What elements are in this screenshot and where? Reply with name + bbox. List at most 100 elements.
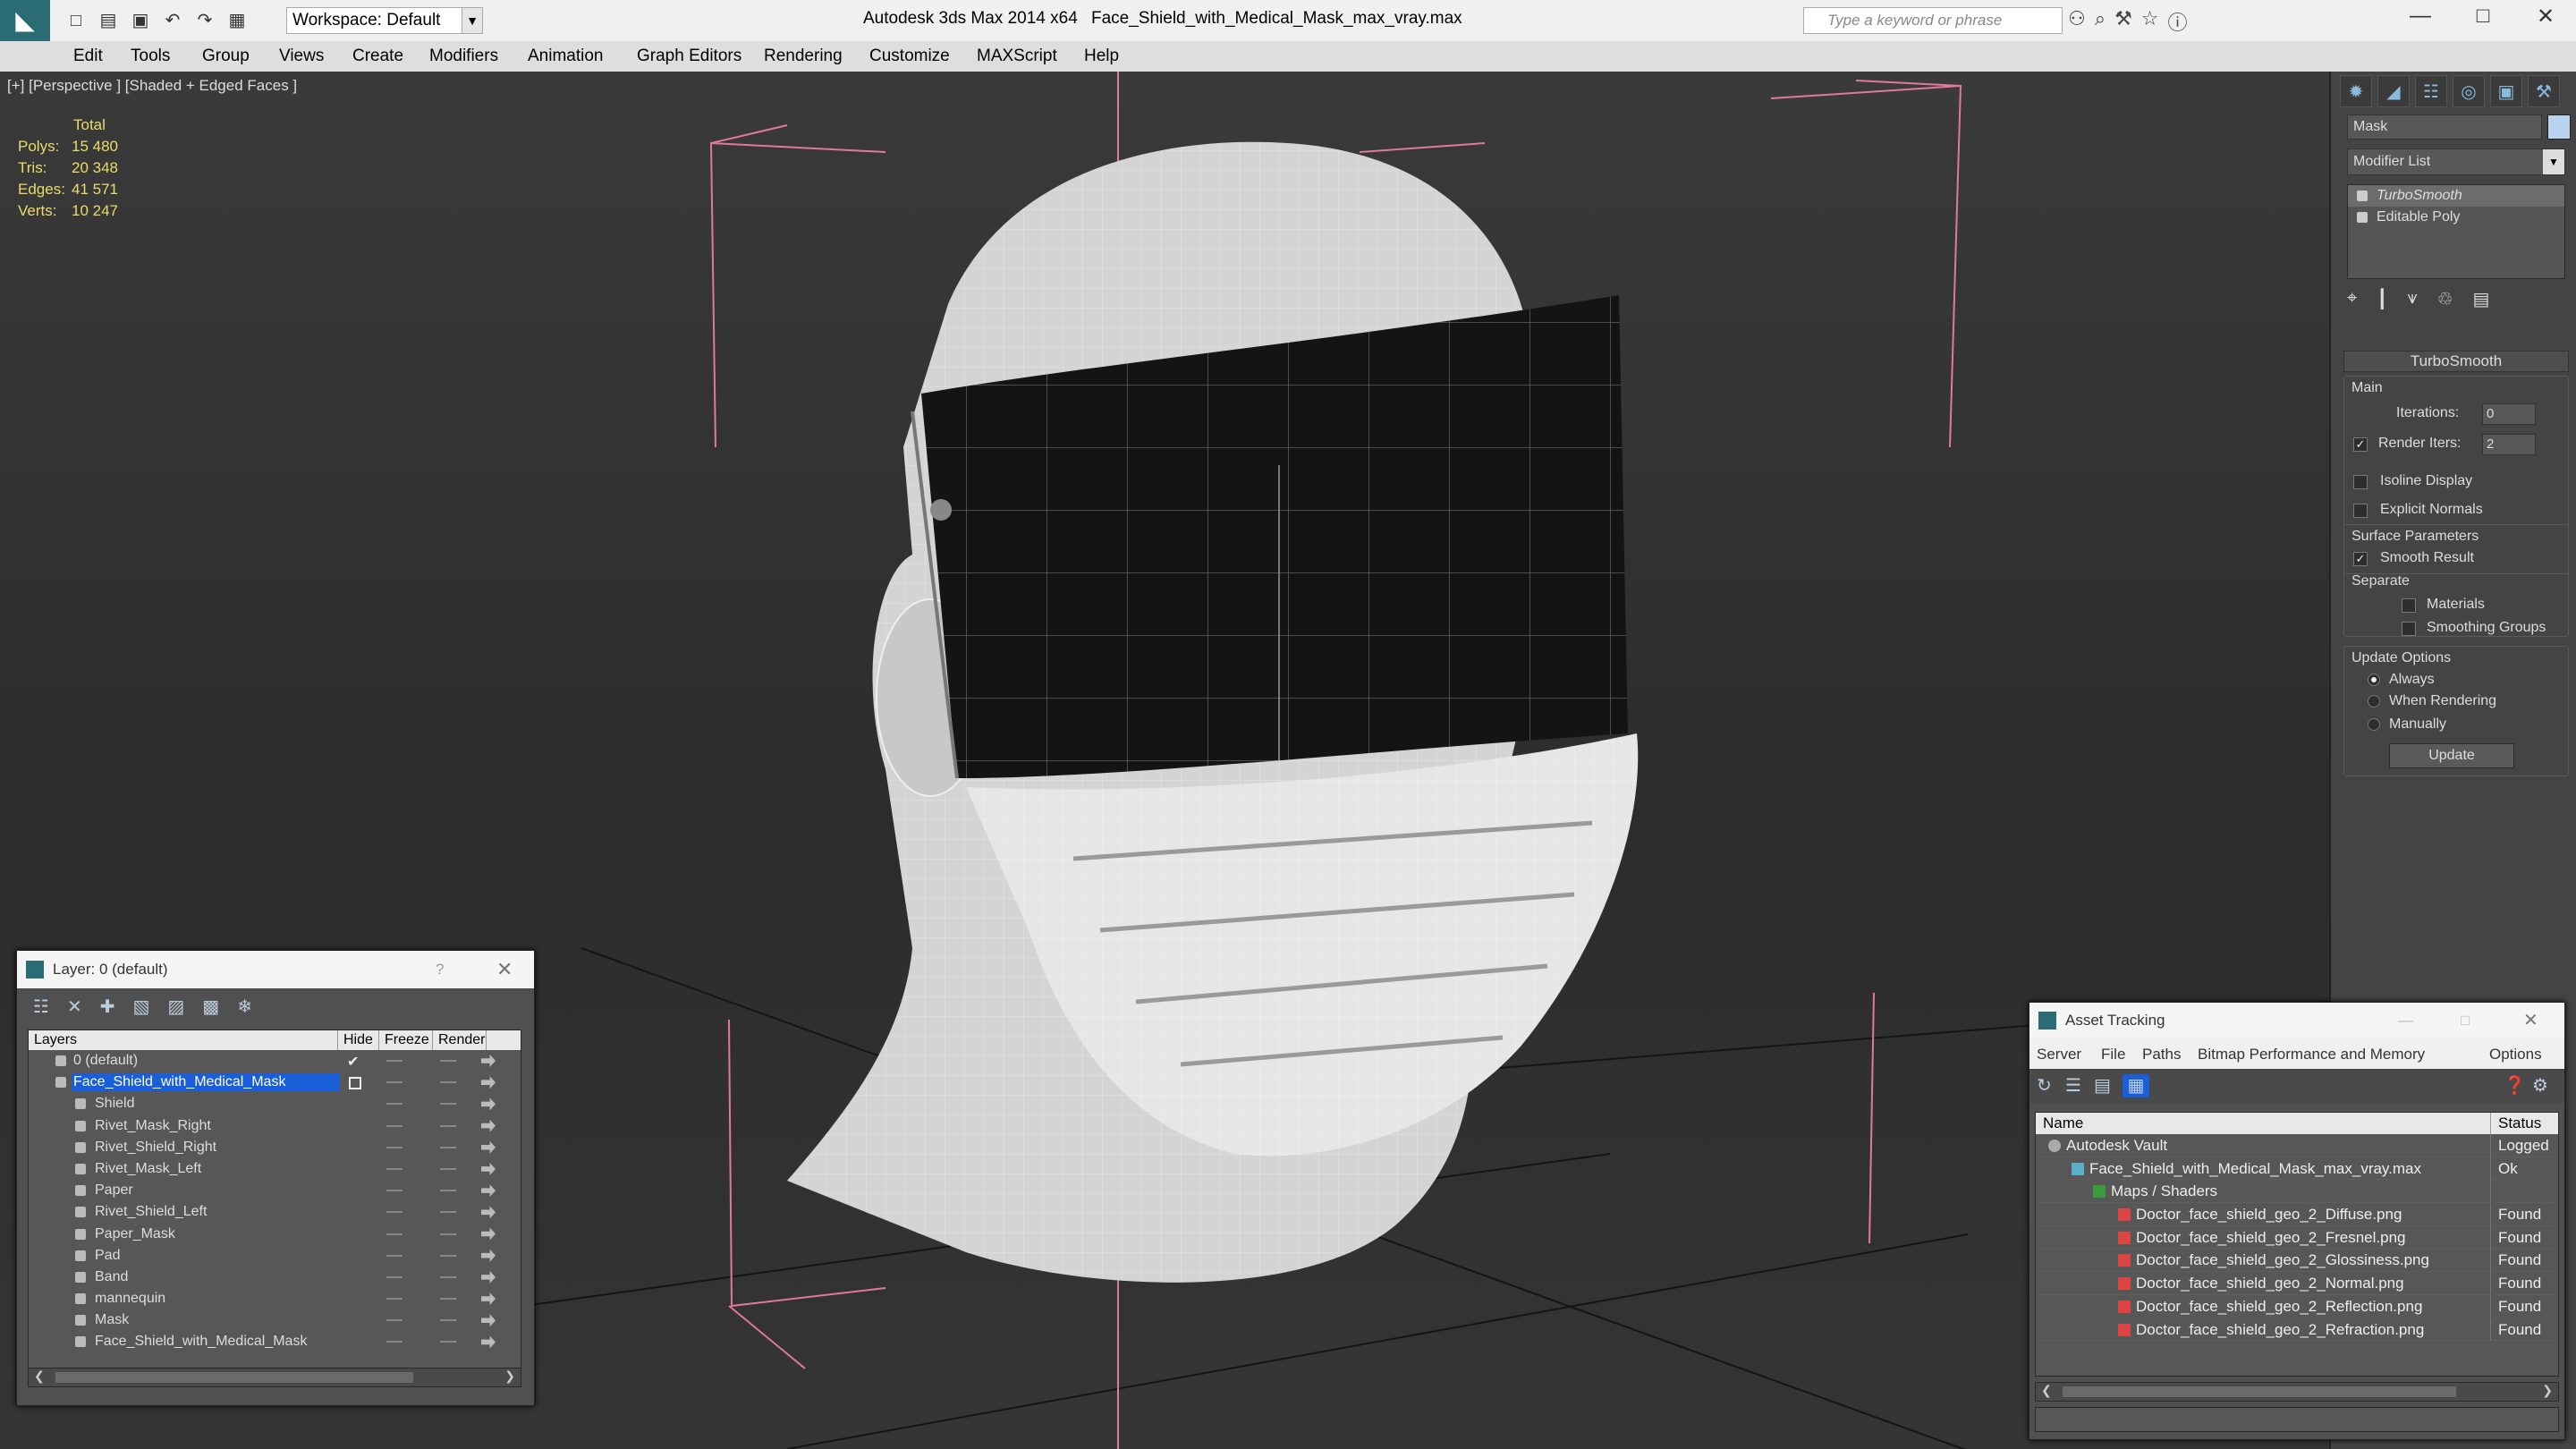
asset-menu-server[interactable]: Server bbox=[2037, 1046, 2081, 1063]
layer-row[interactable]: 0 (default) ✔ bbox=[29, 1050, 521, 1072]
maximize-icon[interactable]: □ bbox=[2456, 4, 2510, 29]
render-teapot-icon[interactable] bbox=[481, 1270, 496, 1284]
menu-edit[interactable]: Edit bbox=[73, 47, 103, 66]
layer-object-row[interactable]: Paper_Mask bbox=[29, 1224, 521, 1245]
settings-icon[interactable]: ⚙ bbox=[2532, 1074, 2548, 1097]
layer-object-row[interactable]: Face_Shield_with_Medical_Mask bbox=[29, 1331, 521, 1352]
asset-horizontal-scrollbar[interactable]: ❮ ❯ bbox=[2035, 1382, 2559, 1402]
close-icon[interactable]: ✕ bbox=[2523, 1003, 2538, 1038]
render-teapot-icon[interactable] bbox=[481, 1227, 496, 1241]
layer-object-row[interactable]: Rivet_Mask_Right bbox=[29, 1115, 521, 1137]
layer-object-row[interactable]: Rivet_Mask_Left bbox=[29, 1158, 521, 1180]
update-button[interactable]: Update bbox=[2389, 743, 2514, 768]
list-view-icon[interactable]: ☰ bbox=[2065, 1074, 2081, 1097]
current-layer-check-icon[interactable]: ✔ bbox=[347, 1052, 359, 1073]
pin-stack-icon[interactable]: ⌖ bbox=[2347, 288, 2357, 310]
turbosmooth-rollout-header[interactable]: TurboSmooth bbox=[2343, 351, 2569, 372]
render-teapot-icon[interactable] bbox=[481, 1140, 496, 1154]
utilities-tab-icon[interactable]: ⚒ bbox=[2528, 75, 2560, 107]
select-objects-icon[interactable]: ▧ bbox=[132, 996, 149, 1018]
column-freeze[interactable]: Freeze bbox=[379, 1030, 433, 1050]
hide-toggle[interactable] bbox=[386, 1124, 402, 1127]
manually-radio[interactable] bbox=[2368, 718, 2380, 731]
asset-row[interactable]: Doctor_face_shield_geo_2_Reflection.png F… bbox=[2036, 1294, 2558, 1318]
asset-row[interactable]: Autodesk Vault Logged O bbox=[2036, 1134, 2558, 1157]
hide-toggle[interactable] bbox=[386, 1275, 402, 1278]
freeze-toggle[interactable] bbox=[440, 1081, 456, 1084]
configure-sets-icon[interactable]: ▤ bbox=[2473, 288, 2490, 310]
redo-icon[interactable]: ↷ bbox=[191, 8, 218, 33]
help-button[interactable]: ? bbox=[436, 951, 444, 988]
create-layer-icon[interactable]: ☷ bbox=[33, 996, 49, 1018]
asset-row[interactable]: Maps / Shaders bbox=[2036, 1180, 2558, 1204]
scroll-left-icon[interactable]: ❮ bbox=[2041, 1383, 2052, 1398]
freeze-toggle[interactable] bbox=[440, 1124, 456, 1127]
minimize-icon[interactable]: — bbox=[2394, 4, 2447, 29]
refresh-icon[interactable]: ↻ bbox=[2037, 1074, 2052, 1097]
hide-toggle[interactable] bbox=[386, 1190, 402, 1192]
undo-icon[interactable]: ↶ bbox=[159, 8, 186, 33]
delete-layer-icon[interactable]: ✕ bbox=[67, 996, 82, 1018]
asset-row[interactable]: Doctor_face_shield_geo_2_Glossiness.png F… bbox=[2036, 1249, 2558, 1273]
scroll-left-icon[interactable]: ❮ bbox=[34, 1368, 45, 1384]
asset-row[interactable]: Doctor_face_shield_geo_2_Fresnel.png Foun… bbox=[2036, 1225, 2558, 1250]
hide-toggle[interactable] bbox=[386, 1211, 402, 1214]
render-teapot-icon[interactable] bbox=[481, 1184, 496, 1198]
asset-menu-paths[interactable]: Paths bbox=[2142, 1046, 2181, 1063]
hide-toggle[interactable] bbox=[386, 1146, 402, 1148]
modify-tab-icon[interactable]: ◢ bbox=[2377, 75, 2410, 107]
column-hide[interactable]: Hide bbox=[338, 1030, 379, 1050]
freeze-toggle[interactable] bbox=[440, 1319, 456, 1322]
render-teapot-icon[interactable] bbox=[481, 1119, 496, 1132]
detail-view-icon[interactable]: ▤ bbox=[2094, 1074, 2111, 1097]
help-icon[interactable]: ❓ bbox=[2504, 1074, 2526, 1097]
freeze-toggle[interactable] bbox=[440, 1146, 456, 1148]
asset-row[interactable]: Doctor_face_shield_geo_2_Diffuse.png Foun… bbox=[2036, 1203, 2558, 1226]
hide-toggle[interactable] bbox=[386, 1298, 402, 1301]
object-name-field[interactable]: Mask bbox=[2347, 114, 2542, 140]
asset-menu-options[interactable]: Options bbox=[2489, 1046, 2542, 1063]
binoculars-icon[interactable]: ⚇ bbox=[2068, 7, 2086, 36]
workspace-dropdown[interactable]: Workspace: Default bbox=[286, 7, 483, 34]
make-unique-icon[interactable]: ⩛ bbox=[2407, 288, 2417, 310]
add-to-layer-icon[interactable]: ✚ bbox=[100, 996, 115, 1018]
freeze-toggle[interactable] bbox=[440, 1103, 456, 1106]
expand-plus-icon[interactable] bbox=[2357, 212, 2368, 223]
smooth-result-checkbox[interactable]: ✓ bbox=[2353, 552, 2368, 566]
maximize-icon[interactable]: □ bbox=[2461, 1003, 2470, 1038]
save-file-icon[interactable]: ▣ bbox=[127, 8, 154, 33]
display-tab-icon[interactable]: ▣ bbox=[2490, 75, 2522, 107]
menu-graph-editors[interactable]: Graph Editors bbox=[637, 47, 741, 66]
column-status[interactable]: Status bbox=[2490, 1113, 2541, 1134]
render-teapot-icon[interactable] bbox=[481, 1206, 496, 1219]
freeze-toggle[interactable] bbox=[440, 1233, 456, 1235]
table-view-icon[interactable]: ▦ bbox=[2123, 1074, 2149, 1097]
layer-object-row[interactable]: Mask bbox=[29, 1309, 521, 1331]
create-tab-icon[interactable]: ✹ bbox=[2340, 75, 2372, 107]
hide-toggle[interactable] bbox=[386, 1233, 402, 1235]
stack-item-turbosmooth[interactable]: TurboSmooth bbox=[2348, 185, 2564, 207]
column-name[interactable]: Name bbox=[2043, 1113, 2083, 1134]
render-teapot-icon[interactable] bbox=[481, 1076, 496, 1089]
layer-object-row[interactable]: Rivet_Shield_Left bbox=[29, 1201, 521, 1223]
modifier-list-dropdown[interactable]: Modifier List ▼ bbox=[2347, 148, 2565, 175]
menu-group[interactable]: Group bbox=[202, 47, 250, 66]
render-teapot-icon[interactable] bbox=[481, 1292, 496, 1306]
iterations-spinner[interactable]: 0 bbox=[2482, 403, 2536, 425]
lightbulb-icon[interactable] bbox=[2357, 191, 2368, 201]
menu-animation[interactable]: Animation bbox=[528, 47, 604, 66]
stack-item-editable-poly[interactable]: Editable Poly bbox=[2348, 207, 2564, 228]
layer-horizontal-scrollbar[interactable]: ❮ ❯ bbox=[28, 1368, 521, 1387]
search-input[interactable]: Type a keyword or phrase bbox=[1803, 7, 2063, 34]
hide-toggle[interactable] bbox=[386, 1103, 402, 1106]
viewport-label[interactable]: [+] [Perspective ] [Shaded + Edged Faces… bbox=[7, 77, 297, 95]
asset-row[interactable]: Doctor_face_shield_geo_2_Normal.png Found bbox=[2036, 1272, 2558, 1295]
materials-checkbox[interactable] bbox=[2402, 598, 2416, 613]
render-teapot-icon[interactable] bbox=[481, 1249, 496, 1262]
layer-row[interactable]: Face_Shield_with_Medical_Mask bbox=[29, 1072, 521, 1093]
render-teapot-icon[interactable] bbox=[481, 1097, 496, 1111]
column-layers[interactable]: Layers bbox=[29, 1030, 338, 1050]
column-render[interactable]: Render bbox=[433, 1030, 487, 1050]
minimize-icon[interactable]: — bbox=[2398, 1003, 2413, 1038]
render-teapot-icon[interactable] bbox=[481, 1055, 496, 1067]
